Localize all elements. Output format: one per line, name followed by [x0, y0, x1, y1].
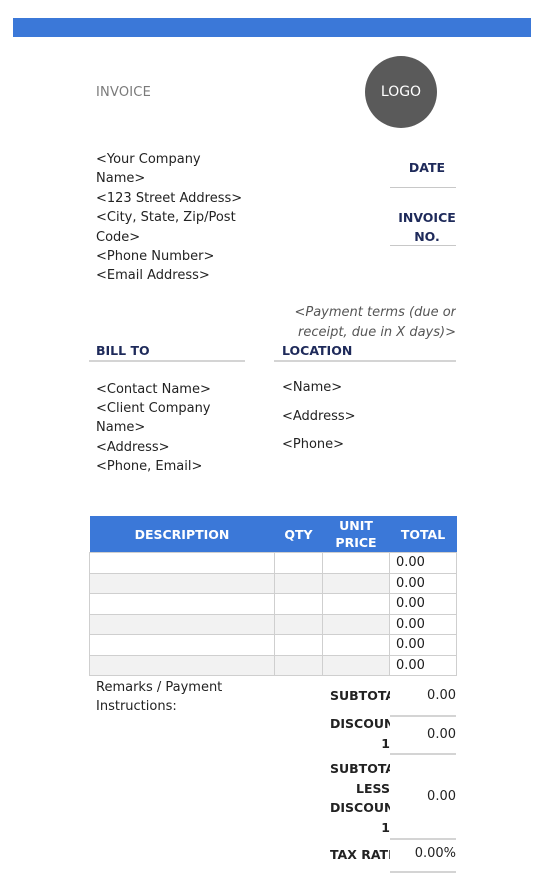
bill-to-contact[interactable]: <Contact Name> — [96, 380, 246, 399]
total-cell: 0.00 — [389, 572, 457, 594]
date-field[interactable] — [390, 187, 456, 188]
payment-terms[interactable]: <Payment terms (due or receipt, due in X… — [280, 303, 456, 342]
description-cell[interactable] — [89, 654, 275, 676]
table-row: 0.00 — [89, 654, 457, 676]
bill-to-address[interactable]: <Address> — [96, 438, 246, 457]
company-name-line2[interactable]: Name> — [96, 169, 246, 188]
qty-cell[interactable] — [274, 613, 323, 635]
subtotal-less-label-line2: LESS — [356, 780, 390, 796]
company-city-line2[interactable]: Code> — [96, 228, 246, 247]
subtotal-less-label-line1: SUBTOTAL — [330, 761, 390, 776]
location-phone[interactable]: <Phone> — [282, 437, 356, 466]
total-cell: 0.00 — [389, 654, 457, 676]
remarks-label[interactable]: Remarks / Payment Instructions: — [96, 678, 256, 716]
discount-label-line2: 1 — [381, 735, 390, 751]
subtotal-divider — [390, 715, 456, 717]
subtotal-label: SUBTOTAL — [330, 688, 390, 703]
column-header-qty: QTY — [274, 516, 323, 553]
discount-label-line1: DISCOUNT — [330, 716, 390, 731]
invoice-number-field[interactable] — [390, 245, 456, 246]
remarks-label-line1: Remarks / Payment — [96, 680, 223, 695]
unit-price-cell[interactable] — [322, 634, 390, 656]
bill-to-company-line2[interactable]: Name> — [96, 418, 246, 437]
column-header-total: TOTAL — [389, 516, 457, 553]
company-name-line1[interactable]: <Your Company — [96, 150, 246, 169]
location-heading: LOCATION — [282, 343, 353, 358]
remarks-label-line2: Instructions: — [96, 699, 177, 714]
date-label: DATE — [408, 160, 446, 175]
total-cell: 0.00 — [389, 634, 457, 656]
subtotal-less-divider — [390, 838, 456, 840]
unit-price-cell[interactable] — [322, 654, 390, 676]
bill-to-divider — [89, 360, 245, 362]
invoice-number-label-line1: INVOICE — [398, 210, 456, 225]
logo-label: LOGO — [380, 84, 422, 100]
header-accent-bar — [13, 18, 531, 37]
total-cell: 0.00 — [389, 613, 457, 635]
payment-terms-line1: <Payment terms (due or — [294, 305, 456, 320]
location-address[interactable]: <Address> — [282, 409, 356, 438]
tax-rate-value[interactable]: 0.00% — [390, 846, 456, 861]
invoice-number-label: INVOICE NO. — [390, 208, 464, 246]
company-city-line1[interactable]: <City, State, Zip/Post — [96, 208, 246, 227]
subtotal-value: 0.00 — [427, 688, 456, 703]
company-logo: LOGO — [365, 56, 437, 128]
unit-price-cell[interactable] — [322, 613, 390, 635]
bill-to-info: <Contact Name> <Client Company Name> <Ad… — [96, 380, 246, 476]
bill-to-company-line1[interactable]: <Client Company — [96, 399, 246, 418]
subtotal-less-label-line4: 1 — [381, 819, 390, 835]
unit-price-cell[interactable] — [322, 593, 390, 615]
table-row: 0.00 — [89, 634, 457, 656]
unit-price-line2: PRICE — [335, 535, 377, 550]
tax-rate-divider — [390, 871, 456, 873]
invoice-title: INVOICE — [96, 85, 151, 100]
table-row: 0.00 — [89, 572, 457, 594]
company-phone[interactable]: <Phone Number> — [96, 247, 246, 266]
description-cell[interactable] — [89, 634, 275, 656]
tax-rate-label: TAX RATE — [330, 847, 390, 862]
qty-cell[interactable] — [274, 552, 323, 574]
discount-label: DISCOUNT 1 — [330, 714, 390, 753]
column-header-description: DESCRIPTION — [89, 516, 275, 553]
description-cell[interactable] — [89, 552, 275, 574]
column-header-unit-price: UNIT PRICE — [322, 516, 390, 553]
total-cell: 0.00 — [389, 593, 457, 615]
qty-cell[interactable] — [274, 654, 323, 676]
subtotal-less-discount-value: 0.00 — [427, 789, 456, 804]
unit-price-cell[interactable] — [322, 572, 390, 594]
bill-to-heading: BILL TO — [96, 343, 150, 358]
description-cell[interactable] — [89, 593, 275, 615]
company-email[interactable]: <Email Address> — [96, 266, 246, 285]
items-table: DESCRIPTION QTY UNIT PRICE TOTAL 0.00 0.0… — [89, 516, 457, 676]
company-street[interactable]: <123 Street Address> — [96, 189, 246, 208]
unit-price-line1: UNIT — [339, 518, 373, 533]
subtotal-less-discount-label: SUBTOTAL LESS DISCOUNT 1 — [330, 759, 390, 837]
table-row: 0.00 — [89, 552, 457, 574]
qty-cell[interactable] — [274, 572, 323, 594]
items-header-row: DESCRIPTION QTY UNIT PRICE TOTAL — [89, 516, 457, 553]
payment-terms-line2: receipt, due in X days)> — [297, 324, 456, 340]
company-info: <Your Company Name> <123 Street Address>… — [96, 150, 246, 286]
table-row: 0.00 — [89, 613, 457, 635]
location-name[interactable]: <Name> — [282, 380, 356, 409]
qty-cell[interactable] — [274, 593, 323, 615]
location-divider — [274, 360, 456, 362]
discount-divider — [390, 753, 456, 755]
description-cell[interactable] — [89, 572, 275, 594]
table-row: 0.00 — [89, 593, 457, 615]
invoice-number-label-line2: NO. — [414, 229, 440, 244]
description-cell[interactable] — [89, 613, 275, 635]
qty-cell[interactable] — [274, 634, 323, 656]
unit-price-cell[interactable] — [322, 552, 390, 574]
bill-to-phone-email[interactable]: <Phone, Email> — [96, 457, 246, 476]
discount-value[interactable]: 0.00 — [390, 727, 456, 742]
subtotal-less-label-line3: DISCOUNT — [330, 800, 390, 815]
location-info: <Name> <Address> <Phone> — [282, 380, 356, 466]
total-cell: 0.00 — [389, 552, 457, 574]
